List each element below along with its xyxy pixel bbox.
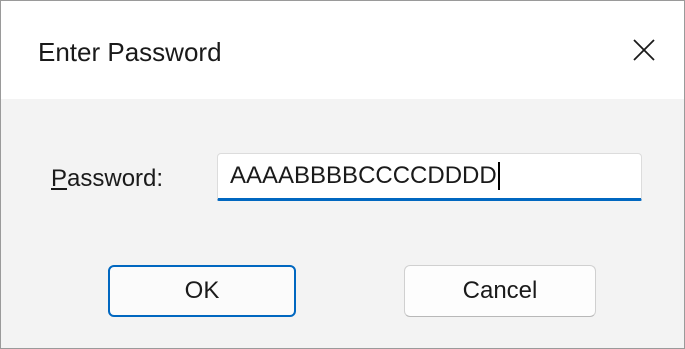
cancel-button-label: Cancel	[462, 277, 538, 304]
dialog-body: Password: AAAABBBBCCCCDDDD OK Cancel	[1, 99, 684, 348]
password-dialog: Enter Password Password: AAAABBBBCCCCDDD…	[0, 0, 685, 349]
ok-button[interactable]: OK	[108, 265, 296, 317]
password-label-accesskey: P	[51, 165, 68, 192]
text-caret	[497, 162, 500, 190]
close-button[interactable]	[604, 1, 684, 99]
password-input[interactable]: AAAABBBBCCCCDDDD	[217, 153, 642, 201]
cancel-button[interactable]: Cancel	[404, 265, 596, 317]
title-bar: Enter Password	[1, 1, 684, 99]
ok-button-label: OK	[184, 277, 220, 304]
password-label: Password:	[51, 163, 163, 195]
close-icon	[633, 39, 655, 61]
password-label-text: assword:	[67, 165, 164, 192]
dialog-title: Enter Password	[38, 37, 222, 67]
password-input-value: AAAABBBBCCCCDDDD	[230, 162, 497, 189]
